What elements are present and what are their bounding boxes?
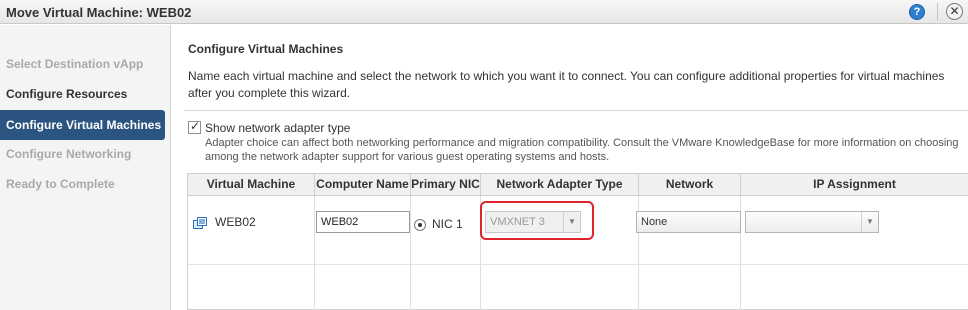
vm-table: Virtual Machine Computer Name Primary NI… [187,173,968,310]
column-header-ip-assignment[interactable]: IP Assignment [741,174,968,196]
page-title: Configure Virtual Machines [188,42,344,56]
show-adapter-checkbox[interactable]: ✓ [188,119,201,134]
adapter-hint-text: Adapter choice can affect both networkin… [205,137,959,163]
primary-nic-label: NIC 1 [432,217,463,231]
computer-name-input[interactable] [316,211,410,233]
column-header-virtual-machine[interactable]: Virtual Machine [188,174,315,196]
titlebar-separator [937,3,938,21]
virtual-machine-icon [193,217,207,229]
column-header-computer-name[interactable]: Computer Name [315,174,411,196]
column-header-primary-nic[interactable]: Primary NIC [411,174,481,196]
window-title: Move Virtual Machine: WEB02 [6,5,192,20]
adapter-type-highlight [480,201,594,240]
title-bar: Move Virtual Machine: WEB02 ? ✕ [0,0,968,24]
step-configure-resources[interactable]: Configure Resources [0,79,165,109]
step-select-destination-vapp: Select Destination vApp [6,57,144,71]
column-divider [314,196,315,310]
close-icon[interactable]: ✕ [946,3,963,20]
step-ready-to-complete: Ready to Complete [6,177,115,191]
wizard-steps: Select Destination vApp Configure Resour… [0,25,171,310]
radio-selected-dot [418,223,422,227]
network-value: None [641,216,668,228]
row-divider [188,264,968,265]
column-divider [410,196,411,310]
step-configure-networking: Configure Networking [6,147,132,161]
show-adapter-label[interactable]: Show network adapter type [205,121,350,135]
step-configure-virtual-machines[interactable]: Configure Virtual Machines [0,110,165,140]
primary-nic-radio[interactable] [414,219,426,231]
checkmark-icon: ✓ [190,119,201,133]
main-panel: Configure Virtual Machines Name each vir… [172,25,968,310]
network-select[interactable]: None [636,211,741,233]
ip-assignment-select[interactable]: ▼ [745,211,879,233]
column-header-network-adapter-type[interactable]: Network Adapter Type [481,174,639,196]
help-icon[interactable]: ? [909,4,925,20]
column-header-network[interactable]: Network [639,174,741,196]
divider [184,110,968,111]
vm-name-cell: WEB02 [215,215,256,229]
chevron-down-icon: ▼ [861,212,878,232]
page-description: Name each virtual machine and select the… [188,69,945,100]
